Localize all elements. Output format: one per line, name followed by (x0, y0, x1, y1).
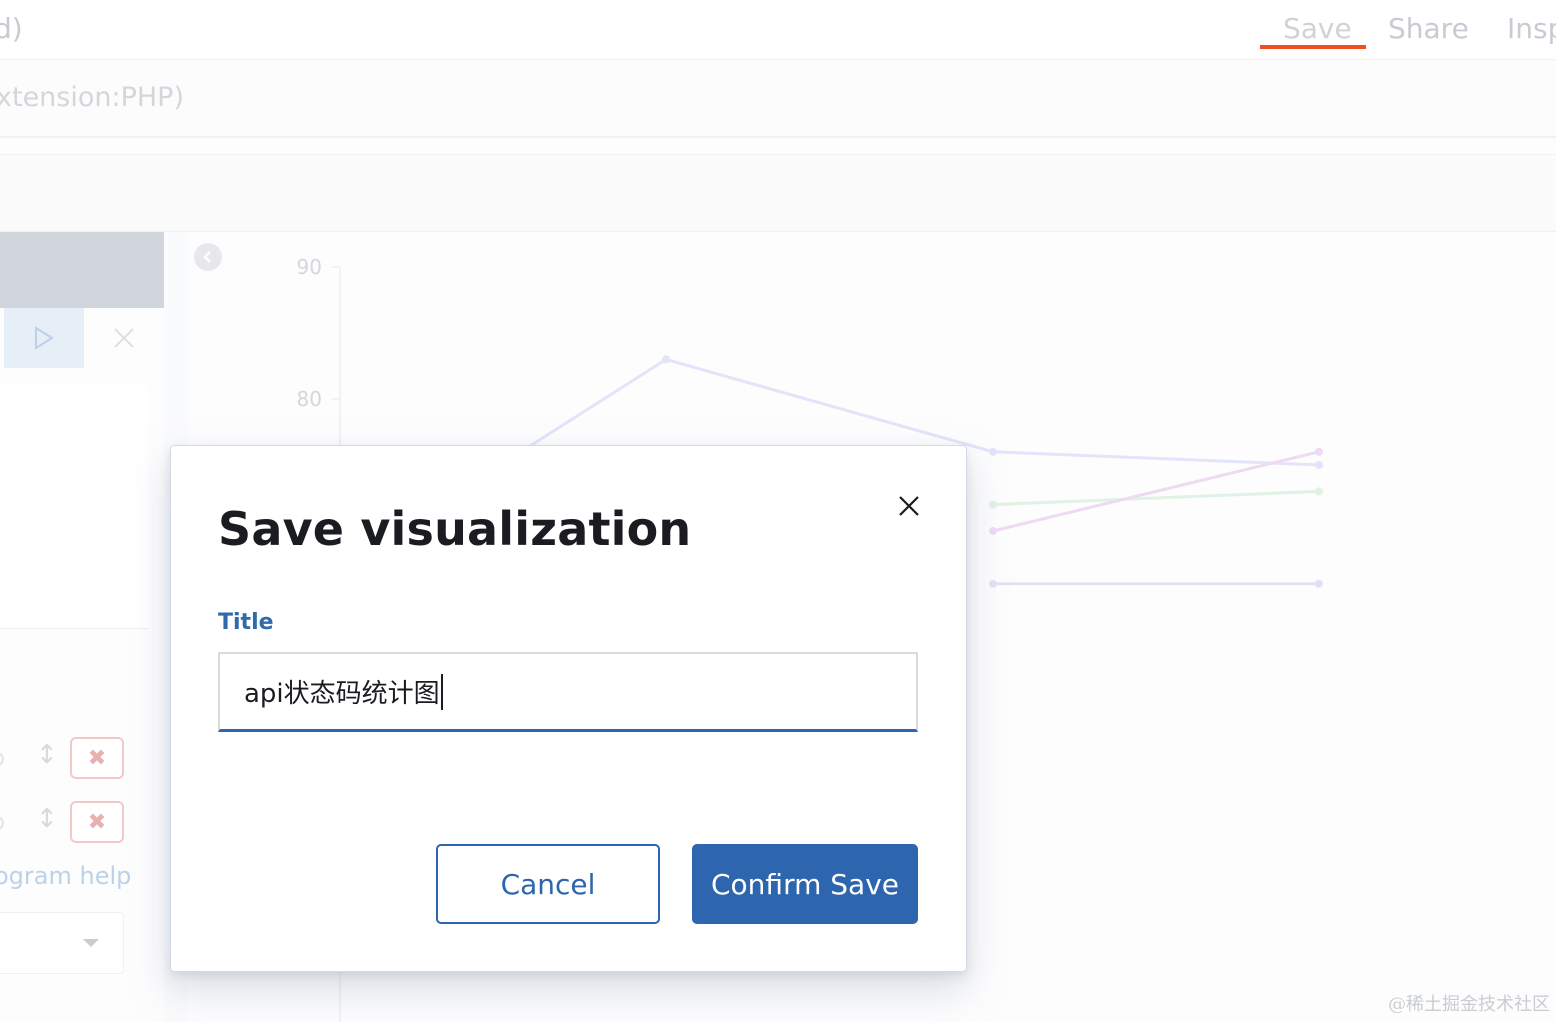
top-menu-inspect[interactable]: Insp (1507, 12, 1556, 45)
sidebar-select[interactable] (0, 912, 124, 974)
data-point[interactable] (989, 579, 997, 588)
close-icon (114, 328, 134, 348)
query-bar[interactable]: xtension:PHP) (0, 62, 1556, 138)
data-point[interactable] (1315, 447, 1323, 456)
remove-aggregation-button[interactable]: ✖ (70, 801, 124, 843)
series-line-3 (992, 450, 1320, 533)
toggle-icon[interactable] (0, 752, 4, 766)
help-link[interactable]: ogram help (0, 862, 131, 890)
apply-changes-button[interactable] (4, 308, 84, 368)
close-icon (899, 496, 919, 516)
top-menu-share[interactable]: Share (1388, 12, 1469, 45)
drag-handle-icon[interactable]: ↕ (36, 804, 58, 834)
cancel-button[interactable]: Cancel (436, 844, 660, 924)
sidebar-header (0, 232, 164, 308)
top-nav-bar: d) Save Share Insp (0, 0, 1556, 60)
drag-handle-icon[interactable]: ↕ (36, 740, 58, 770)
watermark-text: @稀土掘金技术社区 (1388, 994, 1550, 1015)
active-menu-underline (1260, 45, 1366, 49)
remove-aggregation-button[interactable]: ✖ (70, 737, 124, 779)
title-field-label: Title (218, 610, 274, 635)
data-point[interactable] (1315, 461, 1323, 469)
data-point[interactable] (989, 527, 997, 535)
chevron-down-icon (83, 939, 99, 947)
series-line-2 (992, 489, 1320, 507)
title-input[interactable]: api状态码统计图 (218, 652, 918, 732)
discard-changes-button[interactable] (84, 308, 164, 368)
modal-title: Save visualization (218, 502, 692, 556)
data-point[interactable] (989, 500, 997, 509)
remove-icon: ✖ (87, 745, 107, 771)
y-tick-label: 90 (297, 255, 322, 279)
query-input-text: xtension:PHP) (0, 82, 184, 113)
data-point[interactable] (662, 355, 670, 364)
confirm-save-button[interactable]: Confirm Save (692, 844, 918, 924)
remove-icon: ✖ (87, 809, 107, 835)
data-point[interactable] (1315, 487, 1323, 496)
data-point[interactable] (989, 447, 997, 456)
text-cursor (440, 673, 443, 710)
play-icon (35, 326, 54, 350)
sidebar-panel (0, 385, 148, 629)
app-title: d) (0, 12, 23, 45)
data-point[interactable] (1315, 579, 1323, 588)
modal-close-button[interactable] (893, 490, 925, 522)
top-menu-save[interactable]: Save (1283, 12, 1352, 45)
title-input-value: api状态码统计图 (244, 679, 440, 709)
filter-bar (0, 154, 1556, 232)
toggle-icon[interactable] (0, 816, 4, 830)
save-visualization-modal: Save visualization Title api状态码统计图 Cance… (170, 445, 967, 972)
app-root: d) Save Share Insp xtension:PHP) ↕ ✖ ↕ ✖… (0, 0, 1556, 1022)
y-tick-label: 80 (297, 387, 322, 411)
